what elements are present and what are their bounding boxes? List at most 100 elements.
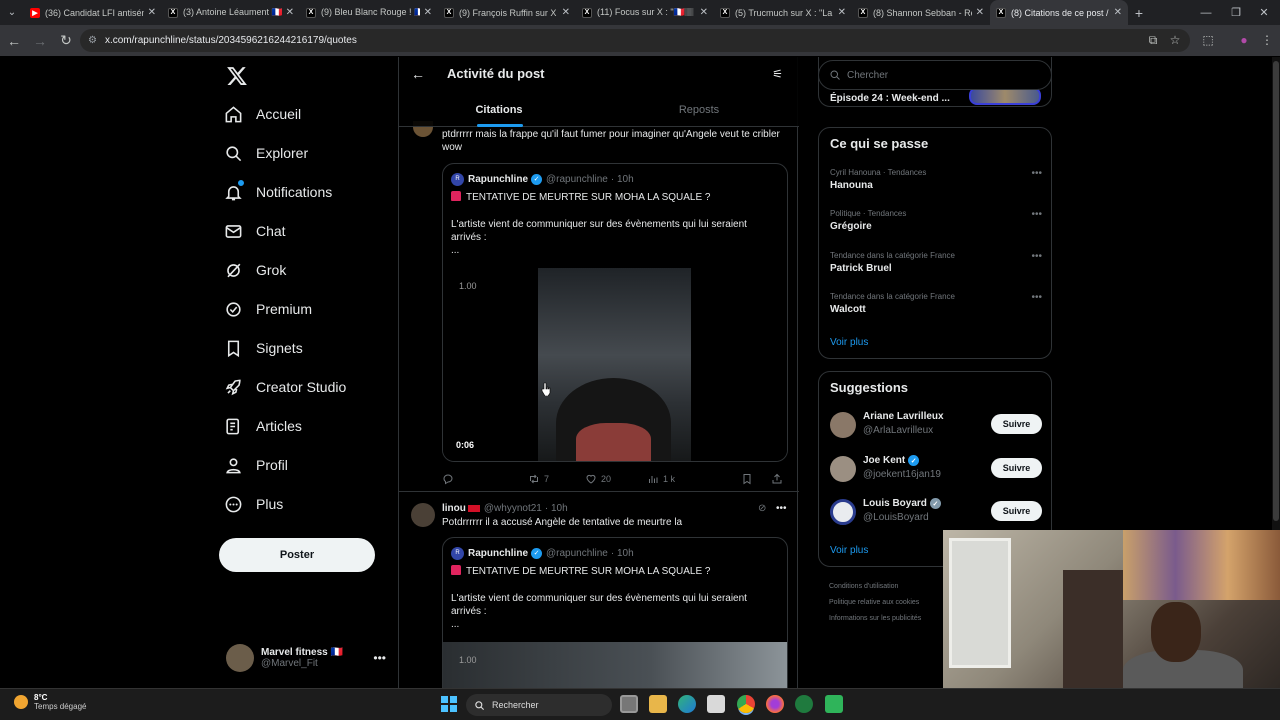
follow-button[interactable]: Suivre: [991, 501, 1042, 521]
quoted-ellipsis: ...: [451, 619, 460, 630]
close-tab-icon[interactable]: ✕: [976, 7, 984, 18]
more-dots-icon[interactable]: •••: [1031, 251, 1042, 262]
app-icon[interactable]: [825, 695, 843, 713]
more-dots-icon[interactable]: •••: [776, 503, 787, 514]
trend-item[interactable]: Tendance dans la catégorie France Walcot…: [830, 292, 1042, 315]
nav-item-home[interactable]: Accueil: [224, 95, 301, 133]
reply-button[interactable]: [442, 473, 458, 485]
quoted-post[interactable]: R Rapunchline ✓ @rapunchline · 10h TENTA…: [442, 537, 788, 688]
trends-see-more-link[interactable]: Voir plus: [830, 337, 868, 348]
repost-button[interactable]: 7: [528, 473, 549, 485]
nav-item-bookmarks[interactable]: Signets: [224, 329, 303, 367]
extensions-icon[interactable]: ⬚: [1197, 29, 1219, 51]
avatar: [830, 499, 856, 525]
reload-icon[interactable]: ↻: [54, 29, 78, 53]
browser-tab[interactable]: X (3) Antoine Léaument 🇫🇷 ✕: [162, 0, 300, 25]
close-tab-icon[interactable]: ✕: [838, 7, 846, 18]
tab-list-chevron-icon[interactable]: ⌄: [0, 0, 24, 25]
tab-title: (5) Trucmuch sur X : "La c: [735, 7, 834, 18]
nav-item-premium[interactable]: Premium: [224, 290, 312, 328]
site-info-icon[interactable]: ⚙: [88, 35, 97, 46]
close-tab-icon[interactable]: ✕: [700, 7, 708, 18]
like-button[interactable]: 20: [585, 473, 611, 485]
store-icon[interactable]: [707, 695, 725, 713]
share-button[interactable]: [771, 473, 787, 485]
nav-item-articles[interactable]: Articles: [224, 407, 302, 445]
nav-item-grok[interactable]: Grok: [224, 251, 286, 289]
post-button[interactable]: Poster: [219, 538, 375, 572]
profile-icon[interactable]: ●: [1233, 29, 1255, 51]
trend-item[interactable]: Politique · Tendances Grégoire •••: [830, 209, 1042, 232]
tab-reposts[interactable]: Reposts: [599, 97, 799, 127]
account-switcher[interactable]: Marvel fitness 🇫🇷 @Marvel_Fit •••: [226, 642, 396, 674]
browser-menu-icon[interactable]: ⋮: [1256, 29, 1278, 51]
nav-item-creator-studio[interactable]: Creator Studio: [224, 368, 346, 406]
nav-item-notifications[interactable]: Notifications: [224, 173, 332, 211]
follow-button[interactable]: Suivre: [991, 458, 1042, 478]
suggestion-item[interactable]: Louis Boyard ✓ @LouisBoyard Suivre: [830, 497, 1042, 527]
more-dots-icon[interactable]: •••: [1031, 292, 1042, 303]
views-button[interactable]: 1 k: [647, 473, 675, 485]
nav-item-more[interactable]: Plus: [224, 485, 283, 523]
browser-tab[interactable]: X (5) Trucmuch sur X : "La c ✕: [714, 0, 852, 25]
search-input[interactable]: Chercher: [818, 60, 1052, 90]
browser-tab[interactable]: ▶ (36) Candidat LFI antisém ✕: [24, 0, 162, 25]
close-tab-icon[interactable]: ✕: [1114, 7, 1122, 18]
edge-icon[interactable]: [678, 695, 696, 713]
browser-tab[interactable]: X (8) Shannon Sebban - Re ✕: [852, 0, 990, 25]
follow-button[interactable]: Suivre: [991, 414, 1042, 434]
back-arrow-icon[interactable]: ←: [411, 66, 425, 82]
x-logo-icon[interactable]: [226, 65, 248, 87]
browser-tab[interactable]: X (11) Focus sur X : "🇫🇷🏽 B ✕: [576, 0, 714, 25]
suggestion-item[interactable]: Ariane Lavrilleux @ArlaLavrilleux Suivre: [830, 410, 1042, 440]
trend-item[interactable]: Tendance dans la catégorie France Patric…: [830, 251, 1042, 274]
browser-tab[interactable]: X (9) Bleu Blanc Rouge ! 🇫🇷 ✕: [300, 0, 438, 25]
taskbar-search[interactable]: Rechercher: [466, 694, 612, 716]
suggestion-item[interactable]: Joe Kent ✓ @joekent16jan19 Suivre: [830, 454, 1042, 484]
app-icon[interactable]: [795, 695, 813, 713]
suggestions-see-more-link[interactable]: Voir plus: [830, 545, 868, 556]
video-player[interactable]: 1.00: [443, 642, 787, 688]
browser-tab-active[interactable]: X (8) Citations de ce post / ✕: [990, 0, 1128, 25]
close-tab-icon[interactable]: ✕: [148, 7, 156, 18]
filter-icon[interactable]: ⚟: [772, 67, 783, 81]
more-dots-icon[interactable]: •••: [1031, 168, 1042, 179]
post[interactable]: ptdrrrrr mais la frappe qu'il faut fumer…: [399, 119, 799, 492]
close-window-icon[interactable]: ✕: [1248, 0, 1280, 25]
quoted-post[interactable]: R Rapunchline ✓ @rapunchline · 10h TENTA…: [442, 163, 788, 462]
tab-citations[interactable]: Citations: [399, 97, 599, 127]
trend-item[interactable]: Cyril Hanouna · Tendances Hanouna •••: [830, 168, 1042, 191]
bookmark-button[interactable]: [741, 473, 757, 485]
chrome-icon[interactable]: [737, 695, 755, 713]
close-tab-icon[interactable]: ✕: [286, 7, 294, 18]
more-dots-icon[interactable]: •••: [373, 651, 386, 665]
bookmark-star-icon[interactable]: ☆: [1164, 29, 1186, 51]
task-view-icon[interactable]: [620, 695, 638, 713]
weather-widget[interactable]: 8°C Temps dégagé: [14, 693, 86, 711]
playback-rate[interactable]: 1.00: [459, 281, 477, 291]
file-explorer-icon[interactable]: [649, 695, 667, 713]
video-player[interactable]: 1.00 0:06: [443, 268, 787, 461]
post[interactable]: linou @whyynot21 · 10h ⊘ ••• Potdrrrrrr …: [399, 493, 799, 688]
install-app-icon[interactable]: ⧉: [1142, 29, 1164, 51]
playback-rate[interactable]: 1.00: [459, 655, 477, 665]
more-dots-icon[interactable]: •••: [1031, 209, 1042, 220]
close-tab-icon[interactable]: ✕: [424, 7, 432, 18]
browser-tab[interactable]: X (9) François Ruffin sur X : ✕: [438, 0, 576, 25]
footer-link[interactable]: Politique relative aux cookies: [829, 595, 921, 611]
nav-item-explore[interactable]: Explorer: [224, 134, 308, 172]
windows-start-icon[interactable]: [440, 695, 458, 713]
close-tab-icon[interactable]: ✕: [562, 7, 570, 18]
firefox-icon[interactable]: [766, 695, 784, 713]
footer-link[interactable]: Informations sur les publicités: [829, 611, 921, 627]
nav-item-profile[interactable]: Profil: [224, 446, 288, 484]
nav-item-chat[interactable]: Chat: [224, 212, 286, 250]
scrollbar-thumb[interactable]: [1273, 61, 1279, 521]
back-arrow-icon[interactable]: ←: [2, 29, 26, 53]
grok-icon[interactable]: ⊘: [758, 503, 766, 514]
minimize-icon[interactable]: —: [1190, 0, 1222, 25]
footer-link[interactable]: Conditions d'utilisation: [829, 579, 921, 595]
forward-arrow-icon[interactable]: →: [28, 29, 52, 53]
new-tab-icon[interactable]: +: [1128, 5, 1150, 21]
address-bar[interactable]: ⚙ x.com/rapunchline/status/2034596216244…: [80, 29, 1190, 52]
